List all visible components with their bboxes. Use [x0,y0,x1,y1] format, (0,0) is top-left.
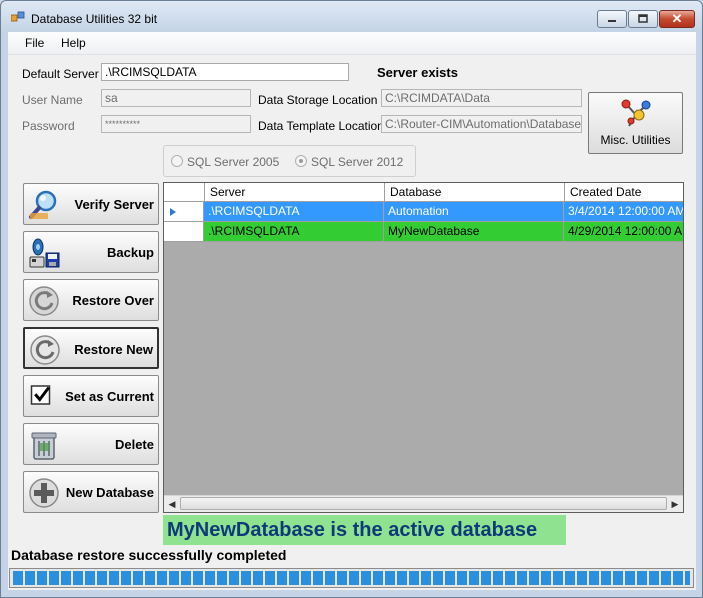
sql-2012-label: SQL Server 2012 [311,155,404,169]
sql-2005-radio[interactable] [171,155,183,167]
server-status-text: Server exists [377,65,458,80]
pushpins-icon [621,99,651,127]
maximize-icon [638,14,648,23]
menu-help[interactable]: Help [61,36,86,50]
menu-file[interactable]: File [25,36,44,50]
misc-utilities-label: Misc. Utilities [600,133,671,147]
row-header[interactable] [164,202,204,222]
minimize-button[interactable] [597,10,627,28]
cell-created-date[interactable]: 4/29/2014 12:00:00 AM [564,222,683,242]
progress-bar [9,568,694,588]
cell-database[interactable]: Automation [384,202,564,222]
default-server-label: Default Server [22,67,99,81]
active-database-banner: MyNewDatabase is the active database [163,515,566,545]
password-input[interactable]: ********** [101,115,251,133]
scroll-thumb[interactable] [180,497,667,510]
cell-database[interactable]: MyNewDatabase [384,222,564,242]
backup-disk-icon [29,238,60,268]
password-label: Password [22,119,75,133]
verify-server-button[interactable]: Verify Server [23,183,159,225]
delete-label: Delete [114,437,154,452]
close-icon: ✕ [671,11,683,26]
progress-fill [13,571,690,585]
radio-selected-dot [299,159,303,163]
data-storage-input[interactable]: C:\RCIMDATA\Data [381,89,582,107]
client-area: File Help Default Server .\RCIMSQLDATA S… [8,32,696,590]
set-as-current-button[interactable]: Set as Current [23,375,159,417]
checkbox-icon [30,385,51,405]
verify-server-label: Verify Server [74,197,154,212]
default-server-input[interactable]: .\RCIMSQLDATA [101,63,349,81]
user-name-label: User Name [22,93,83,107]
misc-utilities-button[interactable]: Misc. Utilities [588,92,683,154]
data-template-label: Data Template Location [258,119,384,133]
minimize-icon [608,20,616,22]
data-template-input[interactable]: C:\Router-CIM\Automation\Database\Ba [381,115,582,133]
backup-button[interactable]: Backup [23,231,159,273]
delete-button[interactable]: Delete [23,423,159,465]
scroll-left-icon[interactable]: ◀ [165,498,179,510]
scroll-right-icon[interactable]: ▶ [668,498,682,510]
column-header-database[interactable]: Database [385,183,565,201]
table-row-selected[interactable]: .\RCIMSQLDATA Automation 3/4/2014 12:00:… [164,202,683,222]
new-database-button[interactable]: New Database [23,471,159,513]
grid-header: Server Database Created Date [164,183,683,202]
sql-2012-radio[interactable] [295,155,307,167]
cell-created-date[interactable]: 3/4/2014 12:00:00 AM [564,202,683,222]
trash-can-icon [31,432,57,460]
plus-circle-icon [29,478,59,508]
set-as-current-label: Set as Current [65,389,154,404]
app-icon [11,11,25,22]
menu-bar: File Help [8,32,696,55]
horizontal-scrollbar[interactable]: ◀ ▶ [164,495,683,512]
restore-new-label: Restore New [74,342,153,357]
grid-corner-header [164,183,205,201]
cell-server[interactable]: .\RCIMSQLDATA [204,202,384,222]
title-bar[interactable]: Database Utilities 32 bit ✕ [1,1,702,33]
magnifier-icon [29,190,57,219]
sql-version-group: SQL Server 2005 SQL Server 2012 [163,145,416,177]
column-header-created-date[interactable]: Created Date [565,183,683,201]
window-title: Database Utilities 32 bit [31,12,158,26]
row-pointer-icon [170,208,176,216]
data-storage-label: Data Storage Location [258,93,378,107]
close-button[interactable]: ✕ [659,10,695,28]
app-window: Database Utilities 32 bit ✕ File Help De… [0,0,703,598]
restore-arrow-icon [29,286,59,316]
restore-new-button[interactable]: Restore New [23,327,159,369]
restore-arrow-icon [30,335,60,365]
maximize-button[interactable] [628,10,658,28]
column-header-server[interactable]: Server [205,183,385,201]
restore-over-label: Restore Over [72,293,154,308]
new-database-label: New Database [65,485,154,500]
user-name-input[interactable]: sa [101,89,251,107]
cell-server[interactable]: .\RCIMSQLDATA [204,222,384,242]
table-row-active[interactable]: .\RCIMSQLDATA MyNewDatabase 4/29/2014 12… [164,222,683,242]
backup-label: Backup [107,245,154,260]
row-header[interactable] [164,222,204,242]
sql-2005-label: SQL Server 2005 [187,155,280,169]
database-grid[interactable]: Server Database Created Date .\RCIMSQLDA… [163,182,684,513]
status-text: Database restore successfully completed [11,547,287,563]
restore-over-button[interactable]: Restore Over [23,279,159,321]
